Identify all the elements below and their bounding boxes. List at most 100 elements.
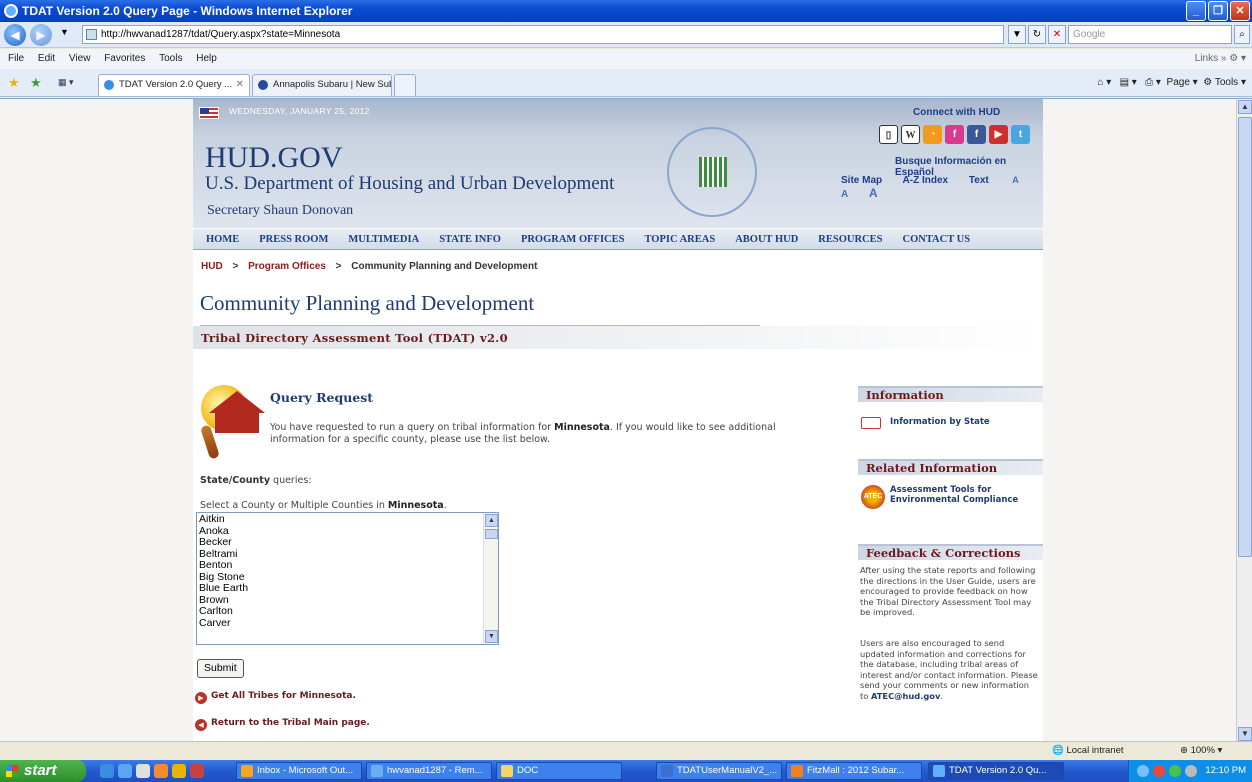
tab-tdat[interactable]: TDAT Version 2.0 Query ... ✕ <box>98 74 250 96</box>
hud-logo[interactable]: HUD.GOV <box>205 141 343 175</box>
scroll-thumb[interactable] <box>1238 117 1252 557</box>
atec-link[interactable]: Assessment Tools for Environmental Compl… <box>890 485 1030 505</box>
zoom-control[interactable]: ⊕ 100% ▾ <box>1180 742 1222 760</box>
wikipedia-icon[interactable]: W <box>901 125 920 144</box>
atec-email-link[interactable]: ATEC@hud.gov <box>871 691 940 701</box>
task-outlook[interactable]: Inbox - Microsoft Out... <box>236 762 362 780</box>
links-toolbar[interactable]: Links » ⚙ ▾ <box>1195 49 1246 69</box>
desktop-quicklaunch-icon[interactable] <box>136 764 150 778</box>
scroll-down-icon[interactable]: ▼ <box>1238 727 1252 741</box>
menu-edit[interactable]: Edit <box>38 53 55 64</box>
maximize-button[interactable]: ❐ <box>1208 1 1228 21</box>
secretary-name[interactable]: Secretary Shaun Donovan <box>207 203 353 219</box>
menu-view[interactable]: View <box>69 53 91 64</box>
page-menu[interactable]: Page ▾ <box>1167 77 1198 88</box>
app2-quicklaunch-icon[interactable] <box>190 764 204 778</box>
county-option[interactable]: Brown <box>199 594 498 607</box>
get-all-tribes-link[interactable]: ▶ Get All Tribes for Minnesota. <box>195 691 356 704</box>
submit-button[interactable]: Submit <box>197 659 244 678</box>
address-dropdown-icon[interactable]: ▼ <box>1008 25 1026 44</box>
scroll-thumb[interactable] <box>485 529 498 539</box>
site-map-link[interactable]: Site Map <box>841 175 882 186</box>
outlook-quicklaunch-icon[interactable] <box>154 764 168 778</box>
county-option[interactable]: Carver <box>199 617 498 630</box>
tools-menu[interactable]: ⚙ Tools ▾ <box>1203 77 1246 88</box>
county-option[interactable]: Beltrami <box>199 548 498 561</box>
county-option[interactable]: Benton <box>199 559 498 572</box>
nav-multimedia[interactable]: MULTIMEDIA <box>348 234 419 245</box>
home-icon[interactable]: ⌂ ▾ <box>1097 77 1111 88</box>
county-option[interactable]: Aitkin <box>199 513 498 526</box>
start-button[interactable]: start <box>0 760 86 782</box>
favorites-star-icon[interactable]: ★ <box>8 75 20 91</box>
window-controls: _ ❐ ✕ <box>1186 1 1250 21</box>
nav-press-room[interactable]: PRESS ROOM <box>259 234 328 245</box>
add-favorites-icon[interactable]: ★ <box>30 75 42 91</box>
close-tab-icon[interactable]: ✕ <box>236 75 244 95</box>
minimize-button[interactable]: _ <box>1186 1 1206 21</box>
history-dropdown-icon[interactable]: ▼ <box>60 27 69 37</box>
county-listbox[interactable]: Aitkin Anoka Becker Beltrami Benton Big … <box>196 512 499 645</box>
text-size-large[interactable]: A <box>869 186 878 200</box>
scroll-down-icon[interactable]: ▼ <box>485 630 498 643</box>
task-remote-desktop[interactable]: hwvanad1287 - Rem... <box>366 762 492 780</box>
county-option[interactable]: Anoka <box>199 525 498 538</box>
nav-program-offices[interactable]: PROGRAM OFFICES <box>521 234 625 245</box>
menu-help[interactable]: Help <box>196 53 217 64</box>
text-size-medium[interactable]: A <box>841 189 848 200</box>
feeds-icon[interactable]: ▤ ▾ <box>1120 77 1137 88</box>
listbox-scrollbar[interactable]: ▲ ▼ <box>483 513 498 644</box>
search-input[interactable]: Google <box>1068 25 1232 44</box>
app-quicklaunch-icon[interactable] <box>172 764 186 778</box>
header-date: WEDNESDAY, JANUARY 25, 2012 <box>229 106 370 116</box>
facebook-icon[interactable]: f <box>967 125 986 144</box>
update-icon[interactable] <box>1169 765 1181 777</box>
twitter-icon[interactable]: t <box>1011 125 1030 144</box>
menu-tools[interactable]: Tools <box>159 53 182 64</box>
rss-icon[interactable]: ◔ <box>923 125 942 144</box>
info-by-state-link[interactable]: Information by State <box>890 417 990 427</box>
task-tdat-manual[interactable]: TDATUserManualV2_... <box>656 762 782 780</box>
task-tdat-ie[interactable]: TDAT Version 2.0 Qu... <box>928 762 1064 780</box>
close-button[interactable]: ✕ <box>1230 1 1250 21</box>
search-icon[interactable]: ⌕ <box>1234 25 1250 44</box>
page-scrollbar[interactable]: ▲ ▼ <box>1236 99 1252 741</box>
county-option[interactable]: Blue Earth <box>199 582 498 595</box>
network-icon[interactable] <box>1137 765 1149 777</box>
refresh-icon[interactable]: ↻ <box>1028 25 1046 44</box>
menu-file[interactable]: File <box>8 53 24 64</box>
print-icon[interactable]: ⎙ ▾ <box>1145 77 1161 88</box>
task-doc[interactable]: DOC <box>496 762 622 780</box>
menu-favorites[interactable]: Favorites <box>104 53 145 64</box>
breadcrumb-hud[interactable]: HUD <box>201 261 223 272</box>
url-input[interactable]: http://hwvanad1287/tdat/Query.aspx?state… <box>82 25 1004 44</box>
security-icon[interactable] <box>1153 765 1165 777</box>
nav-home[interactable]: HOME <box>206 234 239 245</box>
return-main-link[interactable]: ◀ Return to the Tribal Main page. <box>195 718 370 731</box>
ie-quicklaunch-icon[interactable] <box>100 764 114 778</box>
nav-about-hud[interactable]: ABOUT HUD <box>735 234 798 245</box>
county-option[interactable]: Becker <box>199 536 498 549</box>
nav-resources[interactable]: RESOURCES <box>818 234 882 245</box>
tab-subaru[interactable]: Annapolis Subaru | New Sub... <box>252 74 392 96</box>
nav-contact-us[interactable]: CONTACT US <box>902 234 970 245</box>
quick-tabs-icon[interactable]: ▦ ▾ <box>58 77 74 88</box>
text-size-small[interactable]: A <box>1012 175 1019 185</box>
forward-icon[interactable]: ▶ <box>30 24 52 46</box>
scroll-up-icon[interactable]: ▲ <box>485 514 498 527</box>
back-icon[interactable]: ◀ <box>4 24 26 46</box>
volume-icon[interactable] <box>1185 765 1197 777</box>
firefox-quicklaunch-icon[interactable] <box>118 764 132 778</box>
scroll-up-icon[interactable]: ▲ <box>1238 100 1252 114</box>
youtube-icon[interactable]: ▶ <box>989 125 1008 144</box>
nav-topic-areas[interactable]: TOPIC AREAS <box>644 234 715 245</box>
nav-state-info[interactable]: STATE INFO <box>439 234 501 245</box>
az-index-link[interactable]: A-Z Index <box>903 175 949 186</box>
flickr-icon[interactable]: f <box>945 125 964 144</box>
task-fitzmall[interactable]: FitzMall : 2012 Subar... <box>786 762 922 780</box>
stop-icon[interactable]: ✕ <box>1048 25 1066 44</box>
county-option[interactable]: Carlton <box>199 605 498 618</box>
mobile-icon[interactable]: ▯ <box>879 125 898 144</box>
new-tab-button[interactable] <box>394 74 416 96</box>
breadcrumb-program-offices[interactable]: Program Offices <box>248 261 326 272</box>
